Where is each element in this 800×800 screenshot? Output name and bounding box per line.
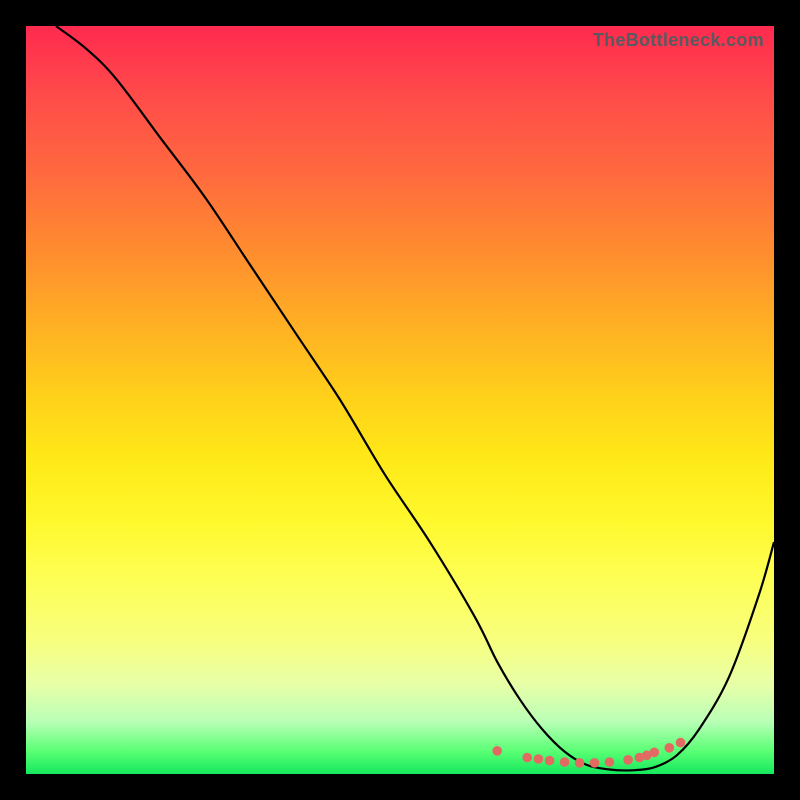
curve-svg xyxy=(26,26,774,774)
marker-dot xyxy=(545,756,555,766)
marker-dot xyxy=(650,748,660,758)
marker-dot xyxy=(560,757,570,767)
marker-dot xyxy=(575,758,585,768)
marker-dot xyxy=(605,757,615,767)
marker-dot xyxy=(522,753,532,763)
bottleneck-curve xyxy=(56,26,774,770)
gradient-plot-area: TheBottleneck.com xyxy=(26,26,774,774)
optimal-range-markers xyxy=(492,738,685,768)
marker-dot xyxy=(534,754,544,764)
marker-dot xyxy=(623,755,633,765)
chart-frame: TheBottleneck.com xyxy=(0,0,800,800)
marker-dot xyxy=(665,743,675,753)
marker-dot xyxy=(590,758,600,768)
marker-dot xyxy=(492,746,502,756)
marker-dot xyxy=(676,738,686,748)
